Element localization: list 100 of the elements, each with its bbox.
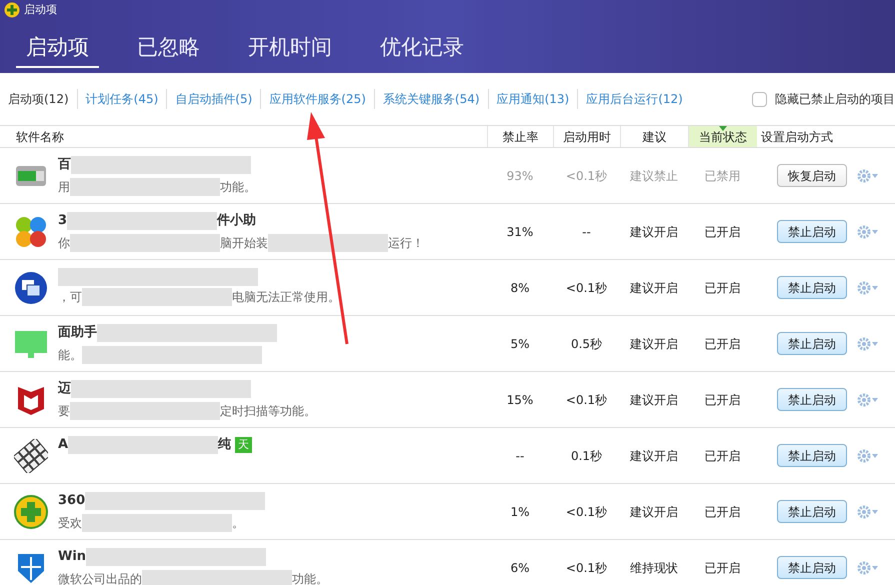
app-name: 迈 [58,380,71,398]
app-name: A [58,436,68,454]
app-description: 功能。 [292,570,328,585]
category-link[interactable]: 系统关键服务(54) [382,90,480,108]
settings-dropdown[interactable] [857,336,878,350]
time-cell-text: <0.1秒 [564,560,608,576]
settings-icon [857,280,871,294]
category-link[interactable]: 启动项(12) [8,90,69,108]
startup-toggle-button[interactable]: 禁止启动 [777,276,847,299]
sort-indicator-icon [719,126,727,131]
tab[interactable]: 优化记录 [370,32,474,68]
time-cell-text: 0.1秒 [570,448,604,464]
caret-icon [872,510,878,514]
caret-icon [872,454,878,458]
advice-cell-text: 建议开启 [629,224,679,240]
window-title: 启动项 [24,2,57,18]
windows-icon [14,270,48,304]
column-header[interactable]: 禁止率 [487,126,553,147]
settings-dropdown[interactable] [857,280,878,294]
settings-icon [857,168,871,182]
advice-cell-text: 建议开启 [629,280,679,296]
colored-balls-icon [14,214,48,248]
plus-icon [14,494,48,528]
app-description: 电脑无法正常使用。 [232,288,340,306]
checkbox[interactable] [752,92,767,106]
time-cell-text: 0.5秒 [570,336,604,352]
status-cell-text: 已禁用 [704,168,742,184]
advice-cell-text: 建议开启 [629,448,679,464]
time-cell-text: <0.1秒 [564,168,608,184]
category-link[interactable]: 应用后台运行(12) [586,90,683,108]
app-name: 360 [58,492,86,510]
tab[interactable]: 启动项 [16,32,99,68]
category-link[interactable]: 应用通知(13) [496,90,570,108]
rate-cell-text: -- [514,448,526,464]
rate-cell-text: 93% [506,168,534,184]
category-link[interactable]: 应用软件服务(25) [269,90,366,108]
tab[interactable]: 开机时间 [238,32,342,68]
settings-dropdown[interactable] [857,392,878,406]
settings-icon [857,392,871,406]
settings-dropdown[interactable] [857,168,878,182]
status-cell-text: 已开启 [704,224,742,240]
startup-toggle-button[interactable]: 禁止启动 [777,388,847,411]
app-description: 你 [58,234,70,252]
startup-toggle-button[interactable]: 禁止启动 [777,500,847,523]
advice-cell-text: 建议开启 [629,504,679,520]
settings-dropdown[interactable] [857,224,878,238]
caret-icon [872,230,878,234]
settings-icon [857,336,871,350]
startup-toggle-button[interactable]: 禁止启动 [777,332,847,355]
status-cell-text: 已开启 [704,448,742,464]
column-header[interactable]: 软件名称 [0,126,487,147]
caret-icon [872,566,878,570]
rate-cell-text: 31% [506,224,534,240]
app-description: ，可 [58,288,82,306]
status-cell-text: 已开启 [704,392,742,408]
app-name: 纯 [218,436,232,454]
startup-toggle-button[interactable]: 禁止启动 [777,556,847,579]
status-cell-text: 已开启 [704,280,742,296]
category-link[interactable]: 自启动插件(5) [175,90,252,108]
rate-cell-text: 1% [509,504,531,520]
startup-toggle-button[interactable]: 恢复启动 [777,164,847,187]
status-cell-text: 已开启 [704,336,742,352]
rate-cell-text: 6% [509,560,531,576]
time-cell-text: <0.1秒 [564,392,608,408]
app-name: 百 [58,156,71,174]
settings-icon [857,224,871,238]
column-header[interactable]: 设置启动方式 [757,126,895,147]
caret-icon [872,174,878,178]
column-header[interactable]: 当前状态 [688,126,757,147]
app-name: 件小助 [217,212,256,230]
startup-toggle-button[interactable]: 禁止启动 [777,444,847,467]
advice-cell-text: 建议开启 [629,392,679,408]
status-cell-text: 已开启 [704,560,742,576]
column-header[interactable]: 启动用时 [553,126,620,147]
app-description: 用 [58,178,70,196]
startup-toggle-button[interactable]: 禁止启动 [777,220,847,243]
caret-icon [872,342,878,346]
settings-icon [857,560,871,574]
advice-cell-text: 建议禁止 [629,168,679,184]
advice-cell-text: 维持现状 [629,560,679,576]
app-description: 要 [58,402,70,420]
settings-dropdown[interactable] [857,504,878,518]
settings-icon [857,504,871,518]
settings-dropdown[interactable] [857,448,878,462]
app-description: 定时扫描等功能。 [220,402,316,420]
app-description: 能。 [58,346,82,364]
rate-cell-text: 8% [509,280,531,296]
badge: 天 [235,436,252,452]
tab[interactable]: 已忽略 [127,32,210,68]
status-cell-text: 已开启 [704,504,742,520]
app-name: 面助手 [58,324,97,342]
rate-cell-text: 15% [506,392,534,408]
settings-dropdown[interactable] [857,560,878,574]
app-logo-icon [4,2,20,18]
app-description: 受欢 [58,514,82,532]
category-link[interactable]: 计划任务(45) [86,90,158,108]
app-description: 微软公司出品的 [58,570,142,585]
app-description: 功能。 [220,178,256,196]
caret-icon [872,286,878,290]
advice-cell-text: 建议开启 [629,336,679,352]
